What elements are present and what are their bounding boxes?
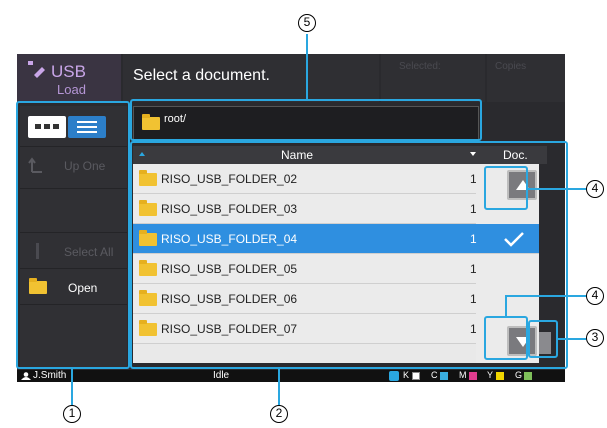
callout-line-2 — [278, 369, 280, 405]
ink-c-level — [440, 372, 448, 380]
refresh-icon[interactable] — [389, 371, 399, 381]
selected-area: Selected: — [381, 54, 485, 102]
ink-c-label: C — [431, 370, 438, 380]
ink-k-level — [412, 372, 420, 380]
ink-m-level — [469, 372, 477, 380]
copies-area: Copies — [487, 54, 565, 102]
callout-3: 3 — [586, 329, 604, 347]
callout-1: 1 — [63, 405, 81, 423]
ink-g-label: G — [515, 370, 523, 380]
callout-line-4b-vert — [505, 295, 507, 317]
highlight-scrollbar — [528, 320, 558, 358]
selected-label: Selected: — [399, 61, 441, 72]
message-area: Select a document. — [123, 54, 379, 102]
copies-label: Copies — [495, 61, 527, 72]
callout-line-3 — [558, 338, 586, 340]
callout-5: 5 — [298, 14, 316, 32]
ink-g-level — [524, 372, 532, 380]
highlight-scroll-down — [484, 316, 528, 360]
callout-line-1 — [71, 369, 73, 405]
highlight-path-bar — [130, 99, 482, 141]
machine-status: Idle — [213, 370, 230, 381]
highlight-sidebar — [16, 101, 130, 369]
callout-4a: 4 — [586, 180, 604, 198]
user-icon — [21, 372, 31, 380]
callout-line-4a — [528, 188, 586, 190]
app-subtitle: Load — [57, 82, 86, 97]
instruction-message: Select a document. — [133, 67, 270, 84]
usb-load-tab[interactable]: USB Load — [17, 54, 121, 102]
callout-4b: 4 — [586, 287, 604, 305]
highlight-scroll-up — [484, 166, 528, 210]
app-title: USB — [51, 62, 86, 81]
usb-icon — [28, 61, 45, 78]
ink-y-label: Y — [487, 370, 494, 380]
callout-line-5 — [306, 34, 308, 100]
user-name: J.Smith — [33, 370, 67, 381]
ink-y-level — [496, 372, 504, 380]
status-bar: J.Smith Idle K C M Y G — [17, 370, 565, 382]
callout-2: 2 — [270, 405, 288, 423]
ink-k-label: K — [403, 370, 410, 380]
callout-line-4b — [505, 295, 588, 297]
ink-m-label: M — [459, 370, 467, 380]
